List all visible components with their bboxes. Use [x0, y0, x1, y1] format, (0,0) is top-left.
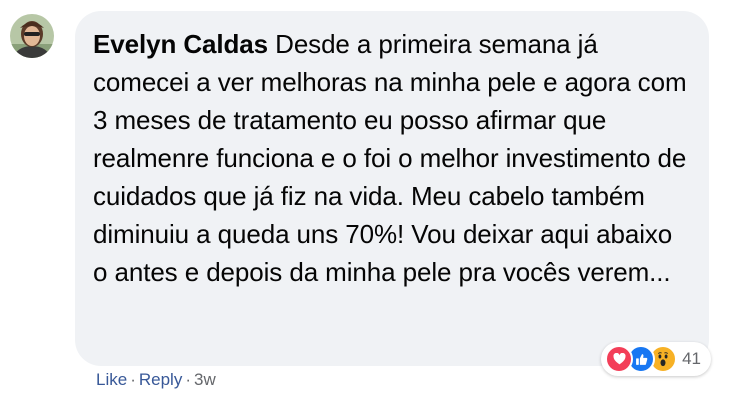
- reaction-count: 41: [682, 349, 701, 368]
- comment-author[interactable]: Evelyn Caldas: [93, 29, 268, 59]
- comment-body: Evelyn Caldas Desde a primeira semana já…: [93, 25, 691, 291]
- comment-actions: Like · Reply · 3w: [96, 370, 216, 390]
- love-icon: [605, 345, 634, 373]
- avatar-photo: [10, 14, 54, 58]
- avatar[interactable]: [10, 14, 54, 58]
- comment-timestamp[interactable]: 3w: [194, 370, 216, 390]
- reactions-summary[interactable]: 41: [601, 342, 711, 376]
- separator: ·: [130, 370, 136, 389]
- comment-bubble: Evelyn Caldas Desde a primeira semana já…: [75, 11, 711, 376]
- comment-text: Desde a primeira semana já comecei a ver…: [93, 29, 687, 287]
- like-button[interactable]: Like: [96, 370, 127, 390]
- reply-button[interactable]: Reply: [139, 370, 182, 390]
- separator: ·: [185, 370, 191, 389]
